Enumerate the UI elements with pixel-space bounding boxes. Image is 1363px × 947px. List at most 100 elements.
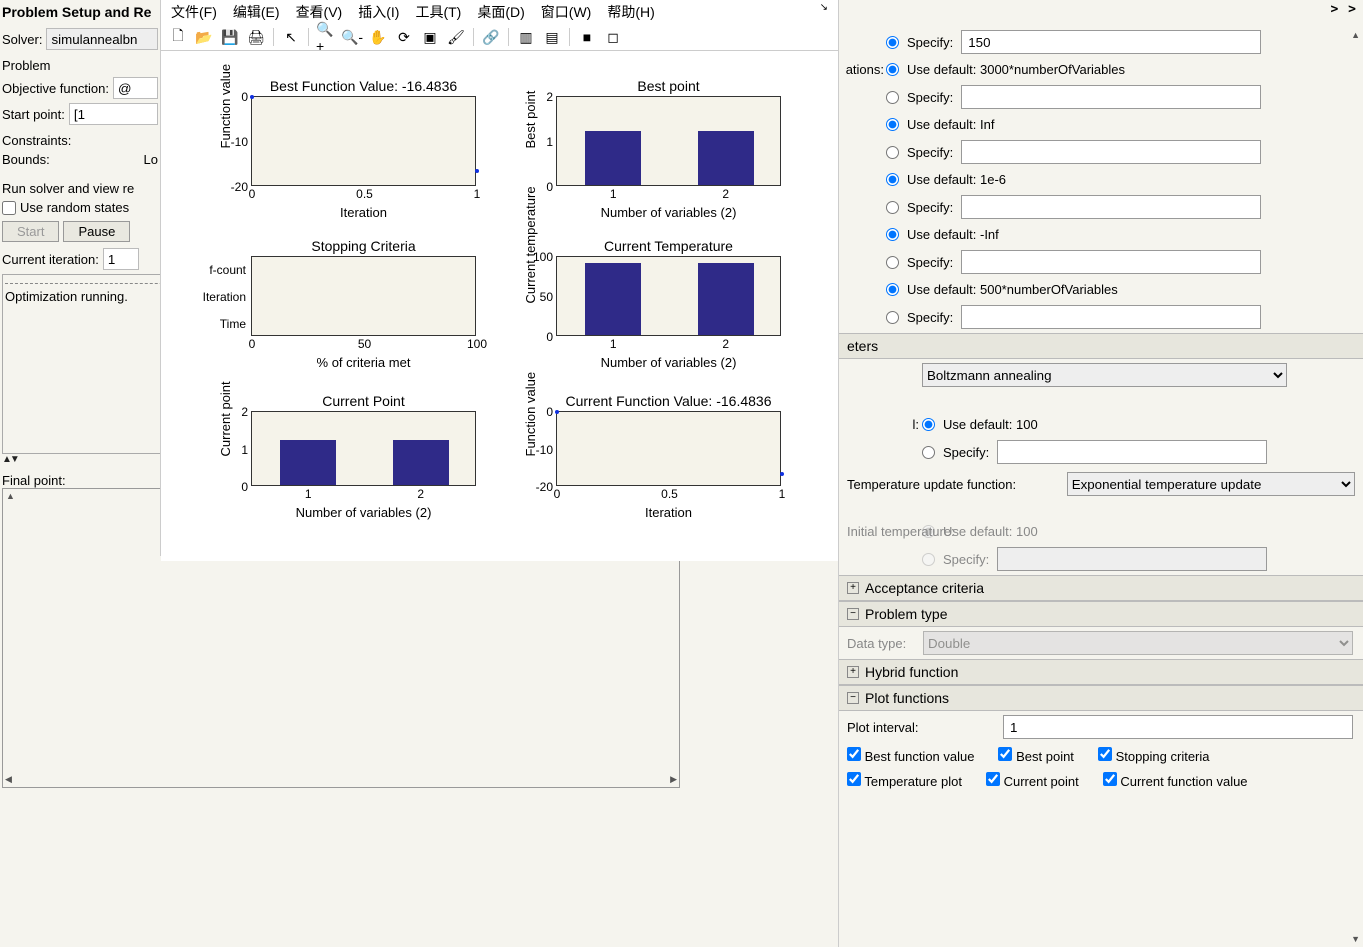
plot-functions-header: Plot functions (865, 690, 949, 706)
menu-dock-icon[interactable]: ↘ (820, 2, 828, 22)
start-point-input[interactable] (69, 103, 158, 125)
specify-150-input[interactable] (961, 30, 1261, 54)
hybrid-group: +Hybrid function (839, 659, 1363, 685)
expand-collapse-triangles[interactable]: ▲▼ (2, 454, 158, 465)
stall-default-label: Use default: 500*numberOfVariables (907, 282, 1118, 297)
init-temp-specify-radio (922, 553, 935, 566)
chart-cp: Current PointCurrent pointNumber of vari… (251, 411, 476, 486)
bp-label: Best point (1016, 749, 1074, 764)
new-figure-icon[interactable]: 🗋 (167, 26, 189, 48)
plot-area: Best Function Value: -16.4836Function va… (161, 51, 838, 561)
plot-interval-input[interactable] (1003, 715, 1353, 739)
tp-checkbox[interactable] (847, 772, 861, 786)
plus-icon-2[interactable]: + (847, 666, 859, 678)
tol-default-radio[interactable] (886, 173, 899, 186)
inf-specify-radio[interactable] (886, 146, 899, 159)
stall-specify-input[interactable] (961, 305, 1261, 329)
interval-suffix: l: (839, 417, 919, 432)
figure-window: 文件(F) 编辑(E) 查看(V) 插入(I) 工具(T) 桌面(D) 窗口(W… (160, 0, 838, 556)
inf-default-radio[interactable] (886, 118, 899, 131)
minus-icon[interactable]: − (847, 608, 859, 620)
inf-default-label: Use default: Inf (907, 117, 994, 132)
tol-specify-input[interactable] (961, 195, 1261, 219)
menu-insert[interactable]: 插入(I) (358, 2, 399, 22)
menu-file[interactable]: 文件(F) (171, 2, 217, 22)
plus-icon[interactable]: + (847, 582, 859, 594)
menu-tools[interactable]: 工具(T) (415, 2, 461, 22)
print-figure-icon[interactable]: 🖨 (245, 26, 267, 48)
stall-specify-radio[interactable] (886, 311, 899, 324)
iterations-specify-radio[interactable] (886, 91, 899, 104)
iterations-specify-label: Specify: (907, 90, 953, 105)
scroll-right-icon[interactable]: ▶ (670, 774, 677, 785)
bounds-label: Bounds: (2, 152, 50, 167)
menu-window[interactable]: 窗口(W) (541, 2, 592, 22)
stall-default-radio[interactable] (886, 283, 899, 296)
neginf-specify-radio[interactable] (886, 256, 899, 269)
save-figure-icon[interactable]: 💾 (219, 26, 241, 48)
minus-icon-2[interactable]: − (847, 692, 859, 704)
interval-specify-input[interactable] (997, 440, 1267, 464)
chevrons-icon[interactable]: > > (1331, 2, 1357, 17)
iterations-specify-input[interactable] (961, 85, 1261, 109)
specify-150-radio[interactable] (886, 36, 899, 49)
run-header: Run solver and view re (2, 181, 158, 196)
legend-icon[interactable]: ▤ (541, 26, 563, 48)
tp-label: Temperature plot (864, 774, 962, 789)
chart-cfv: Current Function Value: -16.4836Function… (556, 411, 781, 486)
neginf-default-radio[interactable] (886, 228, 899, 241)
chart-bp: Best pointBest pointNumber of variables … (556, 96, 781, 186)
tol-specify-radio[interactable] (886, 201, 899, 214)
menu-desktop[interactable]: 桌面(D) (477, 2, 524, 22)
annealing-select[interactable]: Boltzmann annealing (922, 363, 1287, 387)
problem-section-header: Problem (2, 58, 158, 73)
cp-label: Current point (1004, 774, 1079, 789)
solver-input[interactable] (46, 28, 158, 50)
acceptance-group: +Acceptance criteria (839, 575, 1363, 601)
colorbar-icon[interactable]: ▥ (515, 26, 537, 48)
rotate-icon[interactable]: ⟳ (393, 26, 415, 48)
pause-button[interactable]: Pause (63, 221, 130, 242)
neginf-specify-input[interactable] (961, 250, 1261, 274)
interval-default-radio[interactable] (922, 418, 935, 431)
interval-default-label: Use default: 100 (943, 417, 1038, 432)
cfv-checkbox[interactable] (1103, 772, 1117, 786)
constraints-label: Constraints: (2, 133, 158, 148)
random-states-label: Use random states (20, 200, 129, 215)
chart-sc: Stopping Criteria% of criteria metf-coun… (251, 256, 476, 336)
data-cursor-icon[interactable]: ▣ (419, 26, 441, 48)
parameters-group: eters (839, 333, 1363, 359)
interval-specify-radio[interactable] (922, 446, 935, 459)
zoom-in-icon[interactable]: 🔍+ (315, 26, 337, 48)
init-temp-specify-input (997, 547, 1267, 571)
solver-label: Solver: (2, 32, 42, 47)
problem-type-group: −Problem type (839, 601, 1363, 627)
brush-icon[interactable]: 🖌 (445, 26, 467, 48)
scroll-left-icon[interactable]: ◀ (5, 774, 12, 785)
menu-help[interactable]: 帮助(H) (607, 2, 654, 22)
menu-edit[interactable]: 编辑(E) (233, 2, 280, 22)
inf-specify-input[interactable] (961, 140, 1261, 164)
neginf-default-label: Use default: -Inf (907, 227, 999, 242)
menu-view[interactable]: 查看(V) (296, 2, 343, 22)
cp-checkbox[interactable] (986, 772, 1000, 786)
hide-plot-icon[interactable]: ■ (576, 26, 598, 48)
bfv-checkbox[interactable] (847, 747, 861, 761)
zoom-out-icon[interactable]: 🔍- (341, 26, 363, 48)
start-button[interactable]: Start (2, 221, 59, 242)
objective-function-input[interactable] (113, 77, 158, 99)
iterations-default-radio[interactable] (886, 63, 899, 76)
edit-plot-icon[interactable]: ↖ (280, 26, 302, 48)
random-states-checkbox[interactable] (2, 201, 16, 215)
scroll-down-icon[interactable]: ▼ (1351, 934, 1360, 944)
bp-checkbox[interactable] (998, 747, 1012, 761)
options-panel: > > ▲ ▼ Specify: ations:Use default: 300… (838, 0, 1363, 947)
expand-tri-icon[interactable]: ▲ (6, 491, 15, 501)
link-icon[interactable]: 🔗 (480, 26, 502, 48)
current-iteration-input[interactable] (103, 248, 139, 270)
show-plot-icon[interactable]: ◻ (602, 26, 624, 48)
open-figure-icon[interactable]: 📂 (193, 26, 215, 48)
pan-icon[interactable]: ✋ (367, 26, 389, 48)
sc-checkbox[interactable] (1098, 747, 1112, 761)
temp-update-select[interactable]: Exponential temperature update (1067, 472, 1355, 496)
